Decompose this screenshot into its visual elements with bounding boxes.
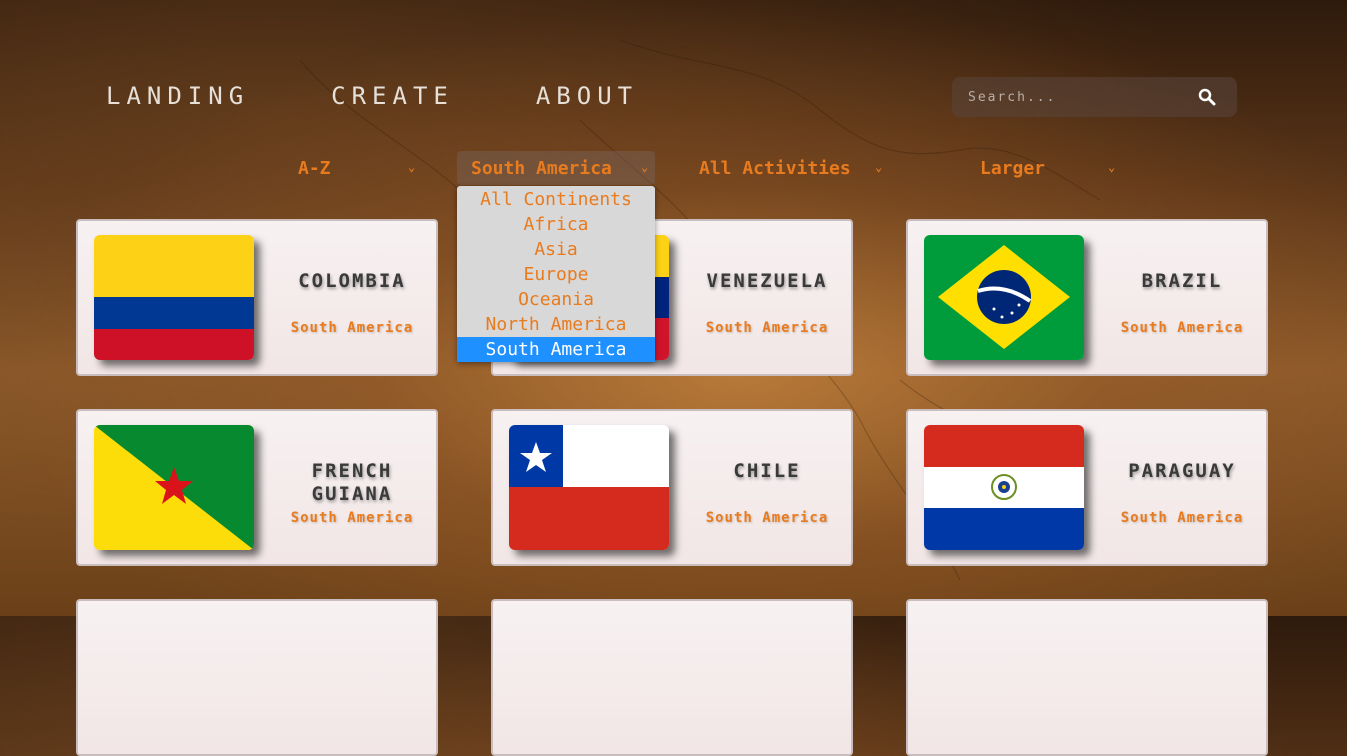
nav-create[interactable]: CREATE	[331, 82, 454, 110]
country-continent: South America	[290, 510, 414, 526]
continent-option[interactable]: Oceania	[457, 287, 655, 312]
sort-select-value: A-Z	[298, 157, 331, 179]
country-card-brazil[interactable]: BRAZIL South America	[906, 219, 1268, 376]
paraguay-flag	[924, 425, 1084, 550]
country-name: COLOMBIA	[298, 270, 406, 292]
continent-select[interactable]: South America ⌄	[457, 151, 655, 185]
colombia-flag	[94, 235, 254, 360]
french-guiana-flag	[94, 425, 254, 550]
chevron-down-icon: ⌄	[875, 160, 883, 174]
continent-option[interactable]: All Continents	[457, 187, 655, 212]
brazil-flag	[924, 235, 1084, 360]
country-name: PARAGUAY	[1128, 460, 1236, 482]
continent-option[interactable]: Africa	[457, 212, 655, 237]
country-card-colombia[interactable]: COLOMBIA South America	[76, 219, 438, 376]
activities-select-value: All Activities	[699, 157, 851, 179]
country-name: VENEZUELA	[706, 270, 828, 292]
country-name: FRENCH GUIANA	[311, 460, 393, 505]
country-card-chile[interactable]: CHILE South America	[491, 409, 853, 566]
country-card-french-guiana[interactable]: FRENCH GUIANA South America	[76, 409, 438, 566]
size-select[interactable]: Larger ⌄	[980, 151, 1124, 185]
search-input[interactable]	[966, 88, 1190, 106]
country-continent: South America	[1120, 510, 1244, 526]
continent-dropdown: All Continents Africa Asia Europe Oceani…	[457, 186, 655, 362]
chevron-down-icon: ⌄	[641, 160, 649, 174]
country-continent: South America	[290, 320, 414, 336]
continent-select-value: South America	[471, 157, 612, 179]
country-continent: South America	[705, 510, 829, 526]
chevron-down-icon: ⌄	[1108, 160, 1116, 174]
country-card-paraguay[interactable]: PARAGUAY South America	[906, 409, 1268, 566]
continent-option[interactable]: Europe	[457, 262, 655, 287]
chile-flag	[509, 425, 669, 550]
nav-landing[interactable]: LANDING	[106, 82, 249, 110]
country-card-partial[interactable]	[76, 599, 438, 756]
nav-about[interactable]: ABOUT	[536, 82, 638, 110]
chevron-down-icon: ⌄	[408, 160, 416, 174]
activities-select[interactable]: All Activities ⌄	[699, 151, 891, 185]
country-continent: South America	[705, 320, 829, 336]
country-card-partial[interactable]	[491, 599, 853, 756]
main-nav: LANDING CREATE ABOUT	[106, 82, 638, 110]
country-card-partial[interactable]	[906, 599, 1268, 756]
country-name: BRAZIL	[1141, 270, 1223, 292]
continent-option[interactable]: Asia	[457, 237, 655, 262]
search-box	[952, 77, 1237, 117]
country-name: CHILE	[733, 460, 801, 482]
continent-option-selected[interactable]: South America	[457, 337, 655, 362]
sort-select[interactable]: A-Z ⌄	[298, 151, 424, 185]
continent-option[interactable]: North America	[457, 312, 655, 337]
size-select-value: Larger	[980, 157, 1046, 179]
search-icon[interactable]	[1197, 87, 1217, 107]
country-continent: South America	[1120, 320, 1244, 336]
